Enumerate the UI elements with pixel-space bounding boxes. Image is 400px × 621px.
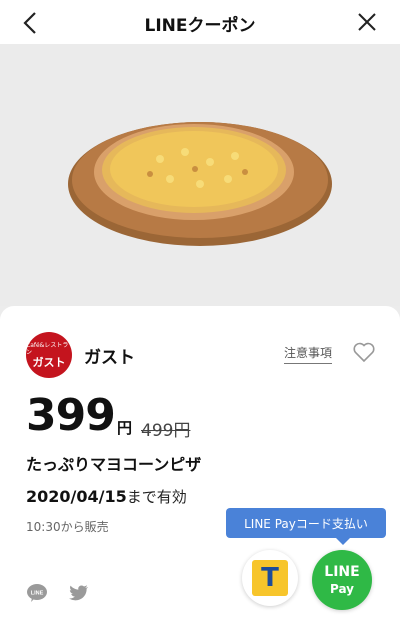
linepay-label-pay: Pay <box>329 582 355 596</box>
close-icon[interactable] <box>356 11 378 33</box>
shop-name: ガスト <box>84 348 135 368</box>
heart-icon[interactable] <box>352 340 376 364</box>
tooltip-text: LINE Payコード支払い <box>244 516 368 531</box>
logo-subtitle: Café&レストラン <box>26 341 69 356</box>
notice-link[interactable]: 注意事項 <box>284 344 333 364</box>
expiry-suffix: まで有効 <box>126 488 187 506</box>
coupon-price: 399 <box>26 390 116 441</box>
coupon-card: Café&レストラン ガスト ガスト 注意事項 399 円 499円 たっぷりマ… <box>0 306 400 621</box>
coupon-image <box>0 44 400 306</box>
expiry-date: 2020/04/15 <box>26 487 127 506</box>
app-header: LINEクーポン <box>0 0 400 44</box>
header-title: LINEクーポン <box>144 16 256 36</box>
line-icon[interactable]: LINE <box>26 582 48 604</box>
product-name: たっぷりマヨコーンピザ <box>26 455 202 474</box>
shop-logo: Café&レストラン ガスト <box>26 332 72 378</box>
sale-time: 10:30から販売 <box>26 520 109 534</box>
linepay-button[interactable]: LINE Pay <box>312 550 372 610</box>
tpoint-icon: T <box>252 560 288 596</box>
linepay-tooltip: LINE Payコード支払い <box>226 508 386 545</box>
svg-text:LINE: LINE <box>31 591 44 597</box>
tpoint-letter: T <box>261 563 279 593</box>
price-unit: 円 <box>117 419 133 437</box>
logo-title: ガスト <box>32 355 66 369</box>
linepay-label-line: LINE <box>324 564 360 580</box>
tooltip-arrow <box>336 538 350 545</box>
original-price: 499円 <box>141 421 191 441</box>
tpoint-button[interactable]: T <box>242 550 298 606</box>
expiry-row: 2020/04/15まで有効 <box>26 486 187 507</box>
pizza-image <box>68 122 332 246</box>
twitter-icon[interactable] <box>68 582 90 604</box>
